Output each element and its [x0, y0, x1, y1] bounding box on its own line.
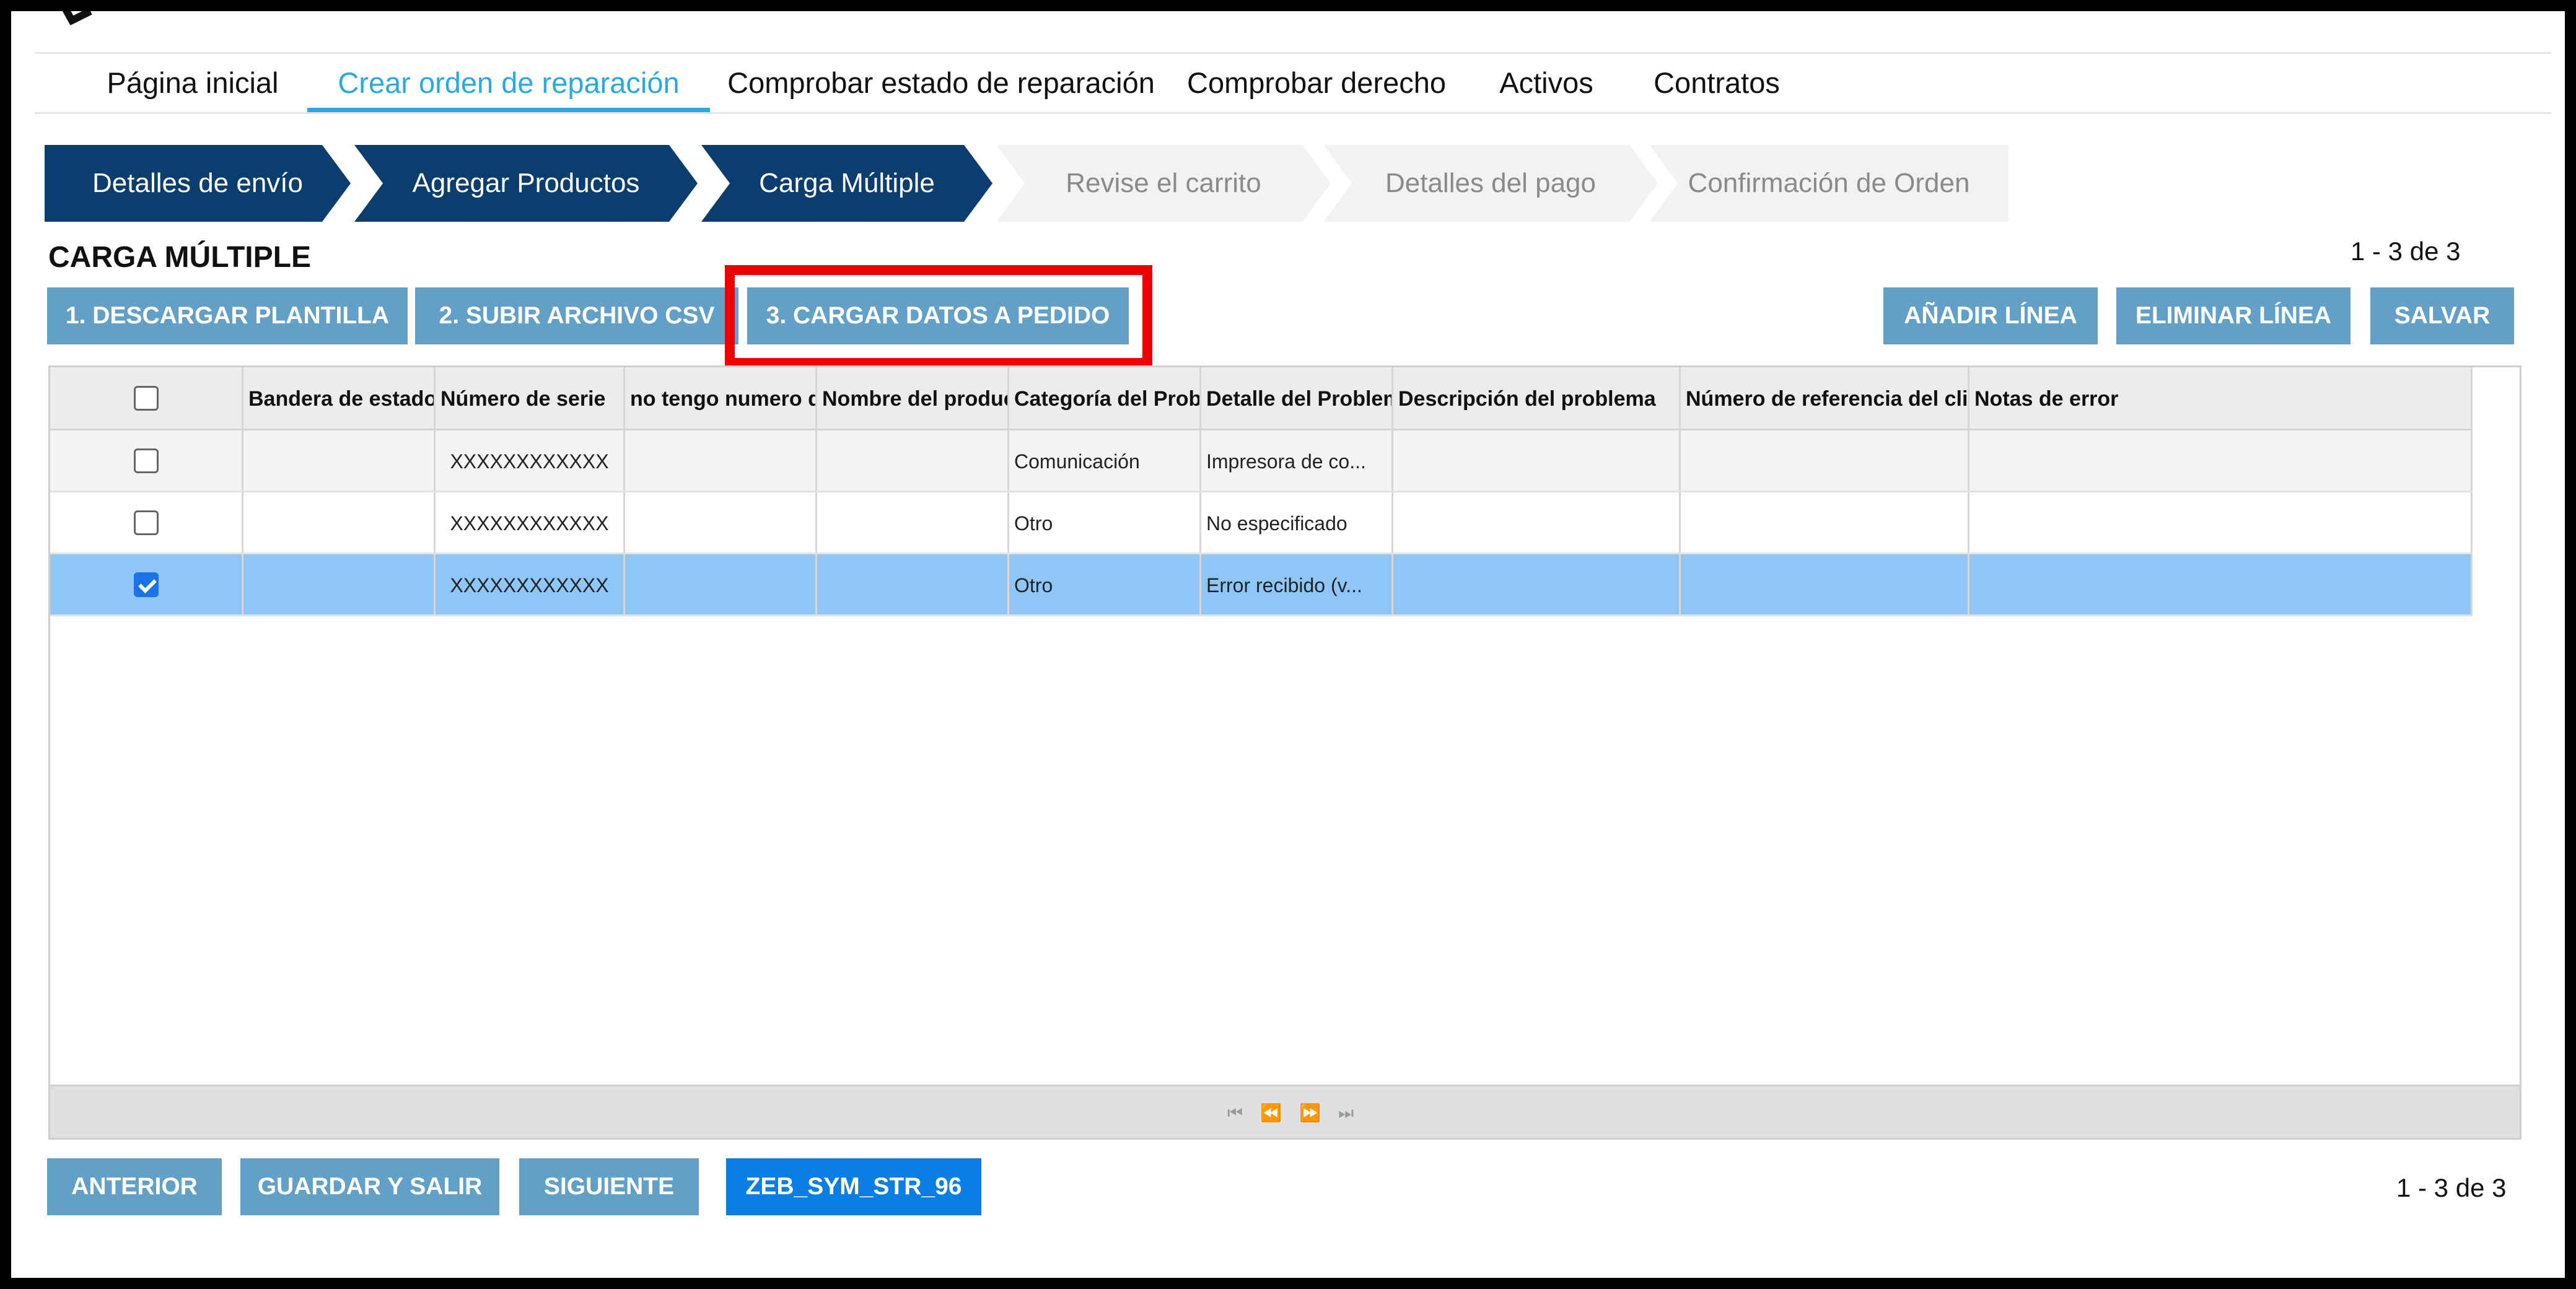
pager-controls: ⏮⏪⏩⏭	[1227, 1086, 1371, 1140]
row-select-cell	[50, 430, 243, 491]
nav-create-repair-order[interactable]: Crear orden de reparación	[307, 54, 710, 112]
column-header-problem-category[interactable]: Categoría del Problema	[1009, 367, 1201, 429]
cell-problem-detail: Impresora de co...	[1201, 430, 1393, 491]
row-checkbox[interactable]	[133, 448, 159, 473]
cell-product-name	[817, 430, 1009, 491]
cell-error-notes	[1969, 430, 2473, 491]
column-header-customer-reference[interactable]: Número de referencia del cliente	[1681, 367, 1969, 429]
cell-customer-reference	[1681, 492, 1969, 553]
cell-problem-category: Otro	[1009, 492, 1201, 553]
cell-customer-reference	[1681, 554, 1969, 614]
step-review-cart: Revise el carrito	[996, 145, 1331, 222]
cell-no-serial	[625, 492, 817, 553]
nav-create-repair-order-label: Crear orden de reparación	[338, 66, 680, 99]
nav-home[interactable]: Página inicial	[90, 54, 295, 112]
cell-no-serial	[625, 430, 817, 491]
table-row-selected[interactable]: XXXXXXXXXXXX Otro Error recibido (v...	[50, 554, 2473, 616]
cell-serial-number: XXXXXXXXXXXX	[436, 430, 625, 491]
next-button[interactable]: SIGUIENTE	[519, 1158, 699, 1215]
step-order-confirmation: Confirmación de Orden	[1649, 145, 2009, 222]
cell-serial-number: XXXXXXXXXXXX	[436, 554, 625, 614]
row-checkbox-checked[interactable]	[133, 572, 159, 597]
nav-contracts[interactable]: Contratos	[1649, 54, 1785, 112]
download-template-button[interactable]: 1. DESCARGAR PLANTILLA	[47, 287, 408, 344]
select-all-checkbox[interactable]	[133, 385, 159, 411]
upload-csv-button[interactable]: 2. SUBIR ARCHIVO CSV	[415, 287, 738, 344]
code-badge-button[interactable]: ZEB_SYM_STR_96	[726, 1158, 981, 1215]
cell-serial-number: XXXXXXXXXXXX	[436, 492, 625, 553]
cell-no-serial	[625, 554, 817, 614]
cell-status-flag	[243, 430, 436, 491]
previous-button[interactable]: ANTERIOR	[47, 1158, 222, 1215]
page-title: CARGA MÚLTIPLE	[48, 241, 311, 274]
grid-header: Bandera de estado Número de serie no ten…	[50, 367, 2473, 430]
nav-check-repair-status[interactable]: Comprobar estado de reparación	[715, 54, 1167, 112]
column-header-error-notes[interactable]: Notas de error	[1969, 367, 2473, 429]
row-select-cell	[50, 492, 243, 553]
pager-count-bottom: 1 - 3 de 3	[2396, 1173, 2507, 1202]
first-page-icon[interactable]: ⏮	[1227, 1103, 1260, 1122]
step-payment-details: Detalles del pago	[1323, 145, 1658, 222]
column-header-status-flag[interactable]: Bandera de estado	[243, 367, 436, 429]
logo-fragment-icon	[62, 11, 92, 25]
cell-problem-description	[1393, 554, 1681, 614]
bulk-upload-grid: Bandera de estado Número de serie no ten…	[48, 365, 2521, 1140]
previous-page-icon[interactable]: ⏪	[1260, 1103, 1299, 1122]
table-row[interactable]: XXXXXXXXXXXX Otro No especificado	[50, 492, 2473, 554]
cell-problem-category: Otro	[1009, 554, 1201, 614]
table-row[interactable]: XXXXXXXXXXXX Comunicación Impresora de c…	[50, 430, 2473, 492]
pager-count-top: 1 - 3 de 3	[2350, 237, 2461, 266]
cell-error-notes	[1969, 554, 2473, 614]
save-and-exit-button[interactable]: GUARDAR Y SALIR	[240, 1158, 499, 1215]
active-tab-underline	[307, 108, 710, 112]
save-button[interactable]: SALVAR	[2370, 287, 2514, 344]
cell-status-flag	[243, 554, 436, 614]
column-header-product-name[interactable]: Nombre del producto	[817, 367, 1009, 429]
add-line-button[interactable]: AÑADIR LÍNEA	[1883, 287, 2098, 344]
cell-product-name	[817, 492, 1009, 553]
cell-status-flag	[243, 492, 436, 553]
cell-problem-description	[1393, 430, 1681, 491]
app-frame: Página inicial Crear orden de reparación…	[11, 11, 2565, 1278]
row-select-cell	[50, 554, 243, 614]
nav-check-entitlement[interactable]: Comprobar derecho	[1177, 54, 1456, 112]
highlight-annotation	[725, 265, 1152, 368]
cell-error-notes	[1969, 492, 2473, 553]
cell-problem-detail: No especificado	[1201, 492, 1393, 553]
cell-product-name	[817, 554, 1009, 614]
nav-assets[interactable]: Activos	[1491, 54, 1602, 112]
next-page-icon[interactable]: ⏩	[1299, 1103, 1338, 1122]
column-header-problem-description[interactable]: Descripción del problema	[1393, 367, 1681, 429]
step-bulk-upload[interactable]: Carga Múltiple	[701, 145, 992, 222]
cell-problem-description	[1393, 492, 1681, 553]
last-page-icon[interactable]: ⏭	[1338, 1103, 1371, 1122]
cell-customer-reference	[1681, 430, 1969, 491]
row-checkbox[interactable]	[133, 510, 159, 535]
grid-pager: ⏮⏪⏩⏭	[50, 1085, 2520, 1138]
top-nav: Página inicial Crear orden de reparación…	[35, 52, 2551, 114]
column-header-problem-detail[interactable]: Detalle del Problema	[1201, 367, 1393, 429]
column-header-serial-number[interactable]: Número de serie	[436, 367, 625, 429]
cell-problem-category: Comunicación	[1009, 430, 1201, 491]
select-all-cell	[50, 367, 243, 429]
step-add-products[interactable]: Agregar Productos	[354, 145, 698, 222]
delete-line-button[interactable]: ELIMINAR LÍNEA	[2116, 287, 2350, 344]
cell-problem-detail: Error recibido (v...	[1201, 554, 1393, 614]
step-shipping-details[interactable]: Detalles de envío	[45, 145, 351, 222]
column-header-no-serial[interactable]: no tengo numero de serie	[625, 367, 817, 429]
order-wizard: Detalles de envío Agregar Productos Carg…	[45, 145, 2009, 222]
